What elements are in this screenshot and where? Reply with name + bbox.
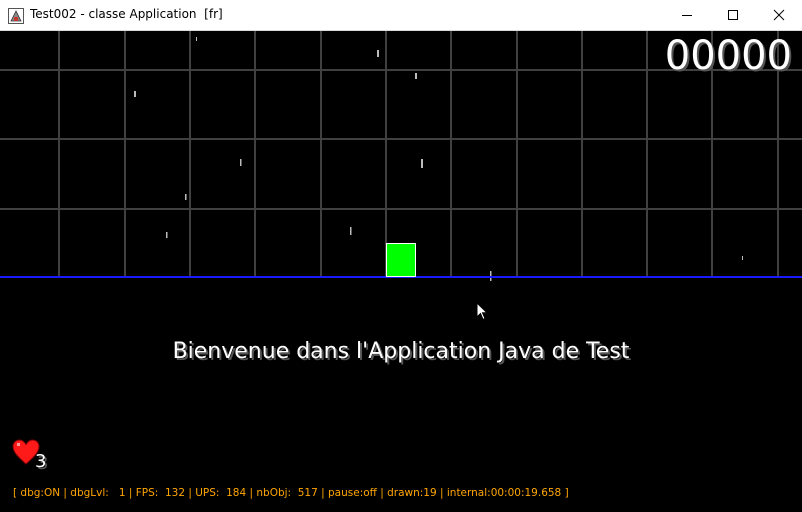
java-app-icon[interactable]	[8, 8, 24, 24]
lives-indicator: 3	[12, 437, 52, 472]
window-title: Test002 - classe Application [fr]	[30, 7, 223, 21]
game-canvas[interactable]: 00000 Bienvenue dans l'Application Java …	[0, 31, 802, 512]
score-display: 00000	[664, 33, 792, 79]
debug-status-line: [ dbg:ON | dbgLvl: 1 | FPS: 132 | UPS: 1…	[13, 487, 569, 499]
maximize-button[interactable]	[710, 0, 756, 30]
application-window: Test002 - classe Application [fr] 00000 …	[0, 0, 802, 512]
maximize-icon	[728, 10, 738, 20]
lives-count: 3	[35, 451, 47, 472]
close-icon	[773, 9, 785, 21]
player-square	[386, 243, 416, 277]
mouse-cursor-icon	[476, 302, 489, 321]
minimize-icon	[682, 15, 692, 16]
title-bar[interactable]: Test002 - classe Application [fr]	[0, 0, 802, 31]
welcome-message: Bienvenue dans l'Application Java de Tes…	[172, 339, 630, 364]
close-button[interactable]	[756, 0, 802, 30]
minimize-button[interactable]	[664, 0, 710, 30]
